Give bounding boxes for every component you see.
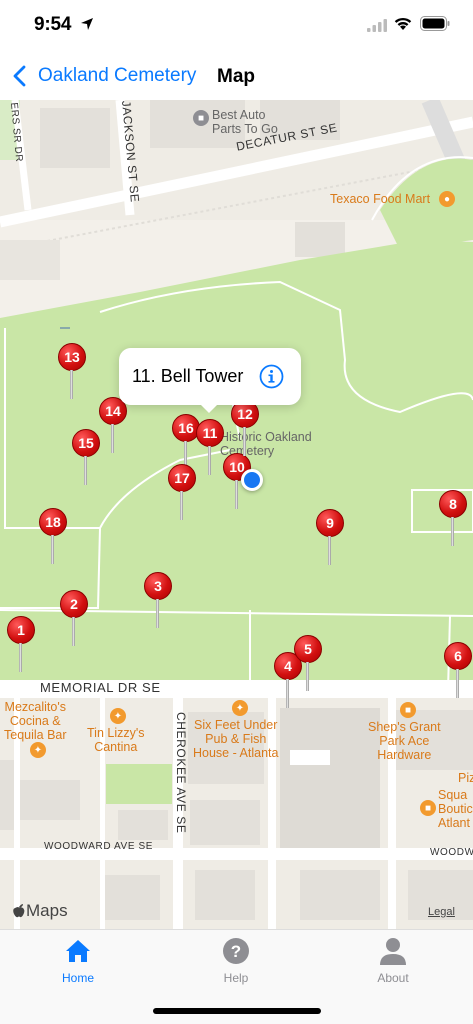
poi-tin-lizzy[interactable]: Tin Lizzy's Cantina	[87, 726, 145, 754]
map-pin-3[interactable]: 3	[144, 572, 172, 630]
navigation-bar: Oakland Cemetery Map	[0, 52, 473, 100]
restaurant-icon: ✦	[232, 700, 248, 716]
restaurant-icon: ✦	[30, 742, 46, 758]
maps-attribution: Maps	[12, 901, 68, 921]
map-pin-6[interactable]: 6	[444, 642, 472, 700]
person-icon	[380, 938, 406, 965]
svg-text:?: ?	[231, 942, 241, 961]
road-label-woodward-right: WOODW	[430, 847, 473, 858]
road-label-memorial: MEMORIAL DR SE	[40, 680, 161, 695]
house-icon	[66, 940, 90, 962]
question-icon: ?	[223, 938, 249, 964]
car-icon: ■	[193, 110, 209, 126]
map-pin-17[interactable]: 17	[168, 464, 196, 522]
map-base-layer	[0, 100, 473, 929]
chevron-left-icon	[13, 65, 26, 87]
map-pin-2[interactable]: 2	[60, 590, 88, 648]
tab-help-label: Help	[223, 971, 249, 985]
tab-help[interactable]: ? Help	[196, 936, 276, 990]
shopping-icon: ■	[400, 702, 416, 718]
poi-best-auto[interactable]: Best Auto Parts To Go	[212, 108, 278, 136]
tab-about[interactable]: About	[353, 936, 433, 990]
tab-home[interactable]: Home	[38, 936, 118, 990]
poi-piz[interactable]: Piz	[458, 771, 473, 785]
location-arrow-icon	[81, 18, 93, 30]
page-title: Map	[217, 66, 255, 87]
pin-callout[interactable]: 11. Bell Tower	[119, 348, 301, 413]
back-button[interactable]: Oakland Cemetery	[12, 64, 196, 88]
map-pin-5[interactable]: 5	[294, 635, 322, 693]
info-icon[interactable]	[259, 364, 284, 389]
poi-squash[interactable]: Squa Boutic Atlant	[438, 788, 473, 830]
callout-title: 11. Bell Tower	[132, 366, 244, 386]
map-pin-13[interactable]: 13	[58, 343, 86, 401]
map-pin-1[interactable]: 1	[7, 616, 35, 674]
map-view[interactable]: DECATUR ST SE MEMORIAL DR SE JACKSON ST …	[0, 100, 473, 929]
user-location-dot	[241, 469, 263, 491]
battery-icon	[420, 16, 450, 31]
tab-home-label: Home	[61, 971, 94, 985]
wifi-icon	[394, 17, 412, 30]
fuel-icon: ●	[439, 191, 455, 207]
status-bar: 9:54	[0, 0, 473, 52]
tab-about-label: About	[377, 971, 409, 985]
poi-sheps[interactable]: Shep's Grant Park Ace Hardware	[368, 720, 441, 762]
map-pin-8[interactable]: 8	[439, 490, 467, 548]
map-pin-15[interactable]: 15	[72, 429, 100, 487]
back-button-label: Oakland Cemetery	[38, 65, 197, 86]
poi-six-feet-under[interactable]: Six Feet Under Pub & Fish House - Atlant…	[193, 718, 278, 760]
home-indicator	[153, 1008, 321, 1014]
shopping-icon: ■	[420, 800, 436, 816]
legal-link[interactable]: Legal	[428, 906, 455, 918]
poi-mezcalito[interactable]: Mezcalito's Cocina & Tequila Bar	[4, 700, 67, 742]
map-pin-14[interactable]: 14	[99, 397, 127, 455]
road-label-cherokee: CHEROKEE AVE SE	[174, 712, 188, 834]
map-pin-9[interactable]: 9	[316, 509, 344, 567]
status-time: 9:54	[34, 14, 72, 35]
cellular-signal-icon	[367, 19, 387, 32]
road-label-woodward: WOODWARD AVE SE	[44, 841, 154, 852]
map-pin-12[interactable]: 12	[231, 400, 259, 458]
apple-logo-icon	[13, 904, 25, 918]
restaurant-icon: ✦	[110, 708, 126, 724]
screen: 9:54 Oakland Cemetery Map DECATUR ST SE …	[0, 0, 473, 1024]
poi-texaco[interactable]: Texaco Food Mart	[330, 192, 430, 206]
map-pin-18[interactable]: 18	[39, 508, 67, 566]
map-pin-11[interactable]: 11	[196, 419, 224, 477]
